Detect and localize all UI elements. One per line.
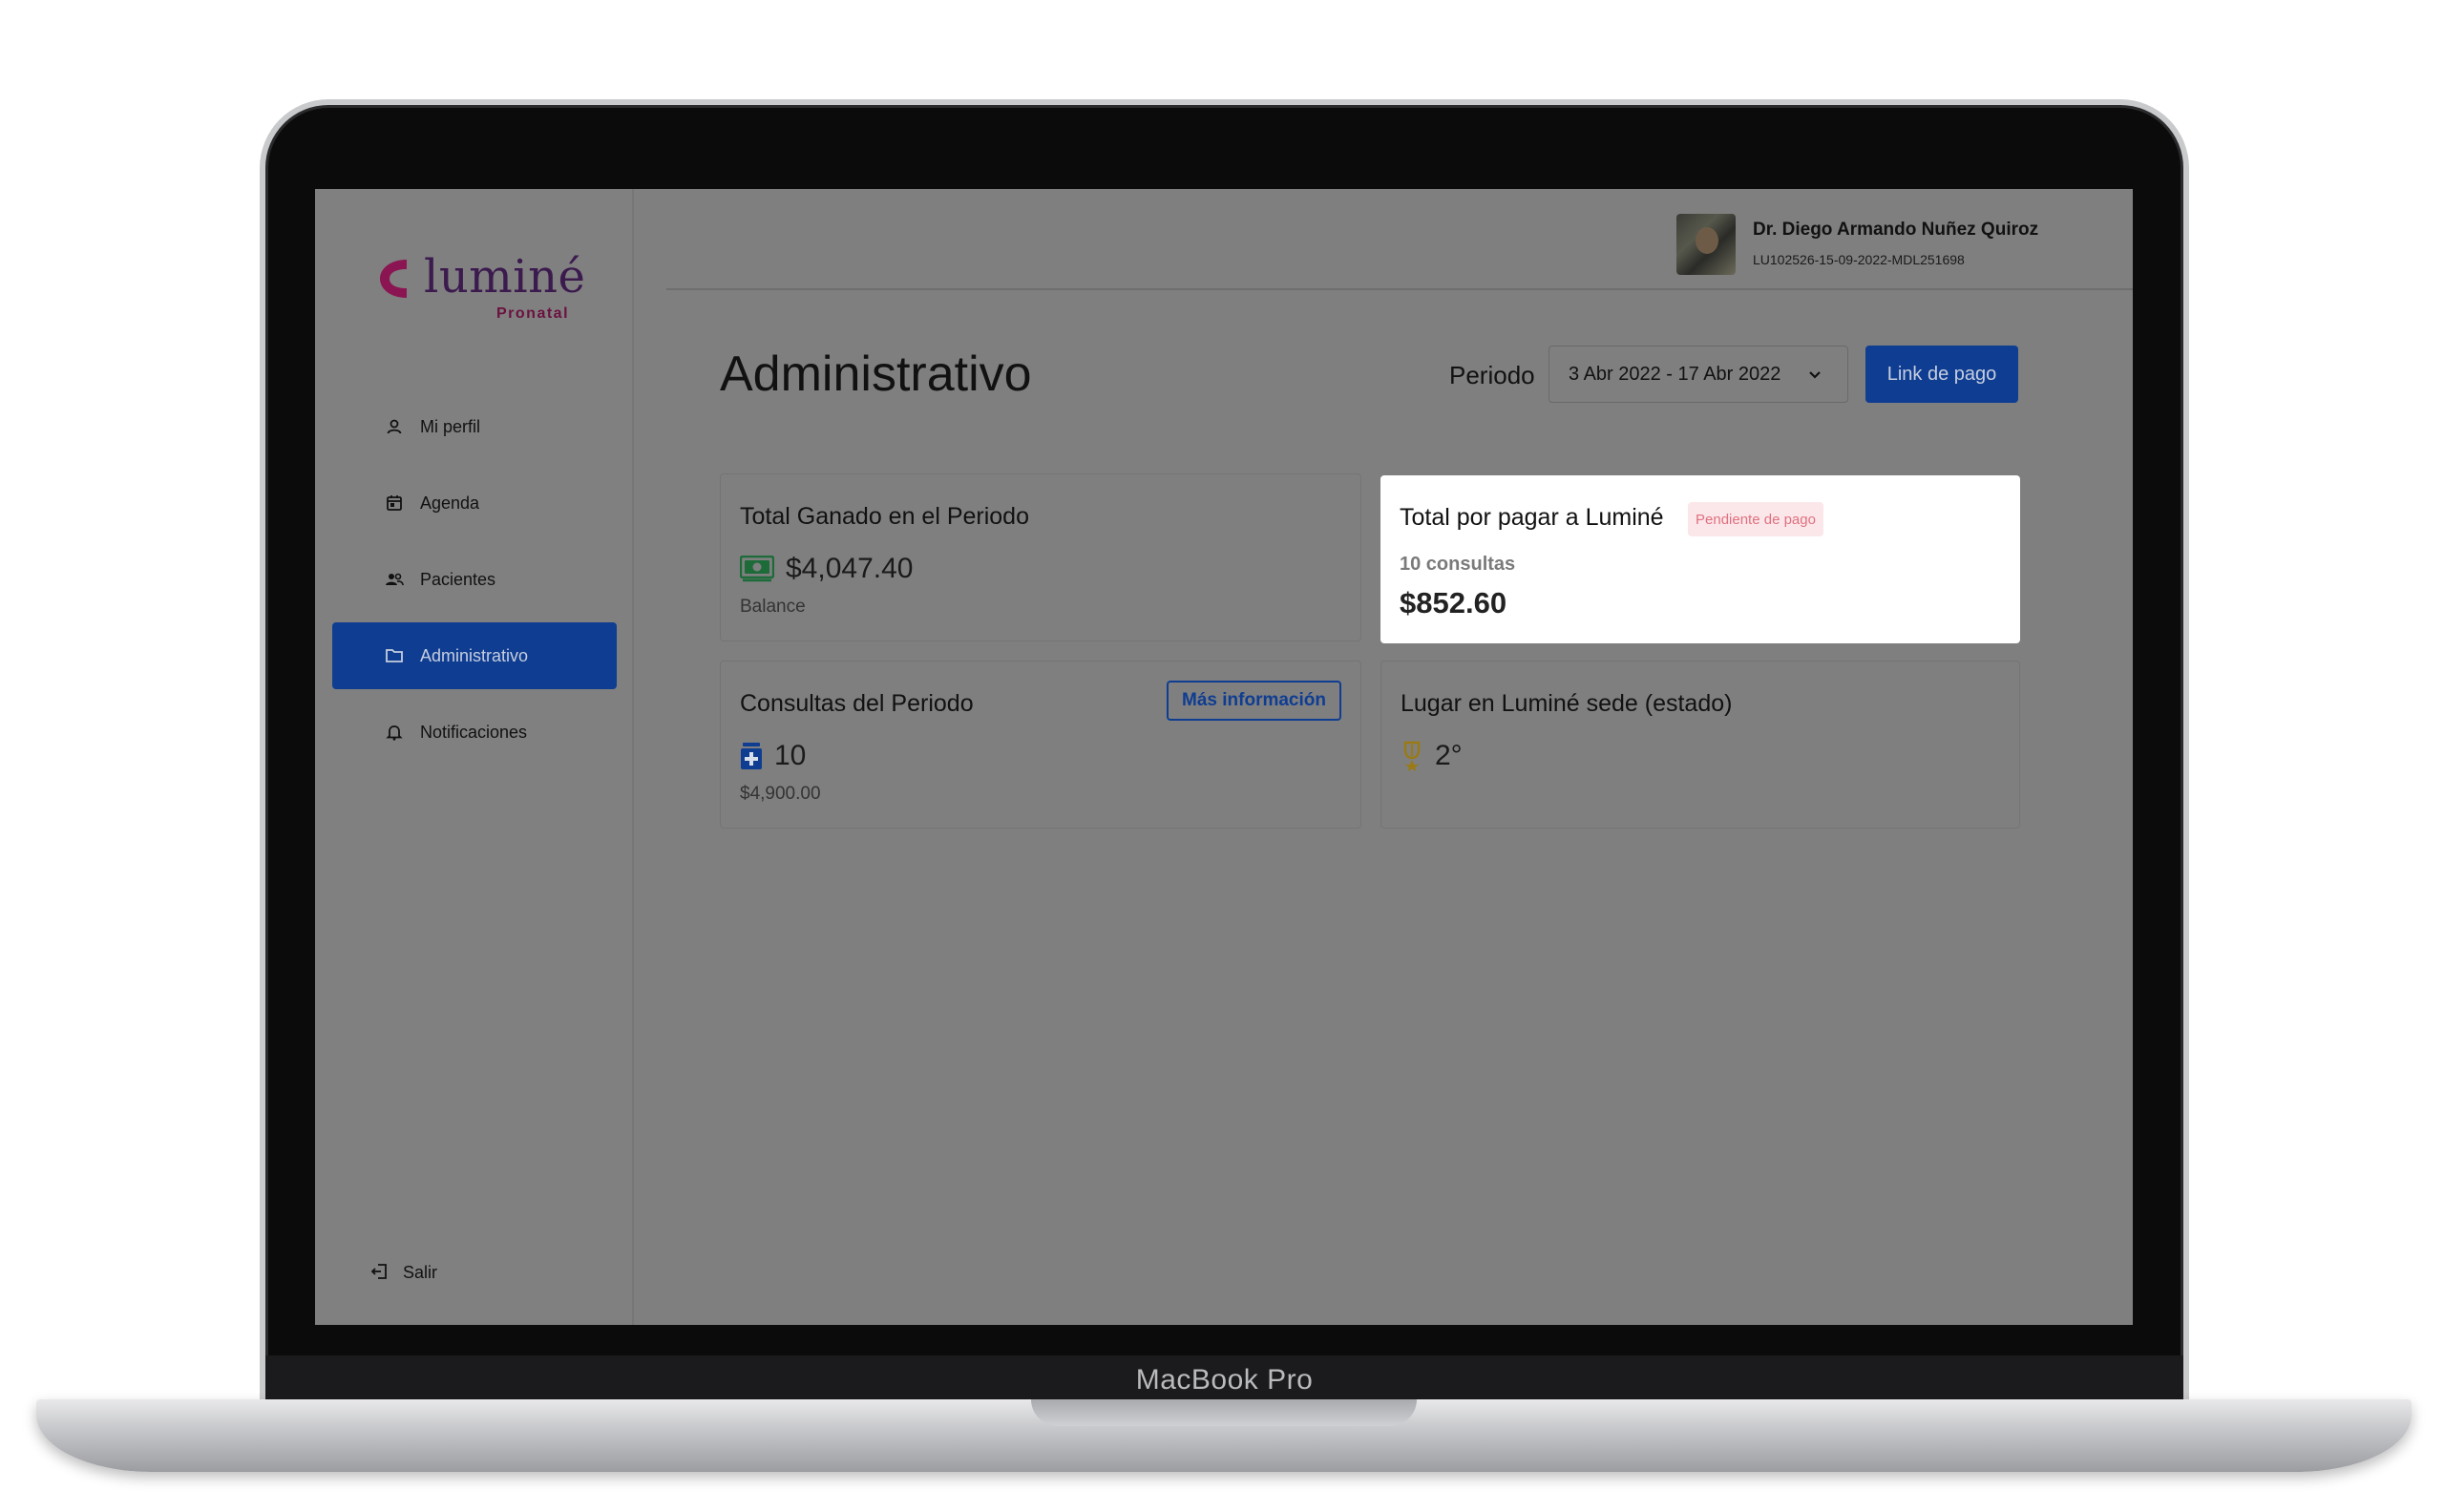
logout-button[interactable]: Salir xyxy=(370,1262,437,1283)
earned-title: Total Ganado en el Periodo xyxy=(740,503,1029,530)
sidebar-item-label: Administrativo xyxy=(420,645,529,665)
consultations-title: Consultas del Periodo xyxy=(740,690,974,717)
rank-value: 2° xyxy=(1435,740,1463,771)
page-title: Administrativo xyxy=(720,346,1032,402)
rank-card: Lugar en Luminé sede (estado) 2° xyxy=(1380,661,2020,829)
sidebar-item-administrativo[interactable]: Administrativo xyxy=(332,622,617,689)
logo-mark-icon xyxy=(380,260,407,298)
sidebar-item-label: Agenda xyxy=(420,493,480,513)
sidebar-item-notificaciones[interactable]: Notificaciones xyxy=(332,699,617,766)
sidebar-item-label: Pacientes xyxy=(420,569,496,589)
cash-icon xyxy=(740,556,774,582)
chevron-down-icon xyxy=(1809,371,1821,379)
medical-icon xyxy=(741,743,762,769)
sidebar-item-agenda[interactable]: Agenda xyxy=(332,470,617,536)
stage: MacBook Pro luminé Pronatal Mi perfil Ag… xyxy=(0,0,2444,1512)
rank-title: Lugar en Luminé sede (estado) xyxy=(1401,690,1733,717)
sidebar-item-pacientes[interactable]: Pacientes xyxy=(332,546,617,613)
laptop-notch xyxy=(1031,1399,1417,1426)
folder-icon xyxy=(384,645,405,666)
brand-logo[interactable]: luminé Pronatal xyxy=(378,250,585,325)
user-name: Dr. Diego Armando Nuñez Quiroz xyxy=(1753,220,2039,240)
earned-value: $4,047.40 xyxy=(786,553,914,584)
earned-card: Total Ganado en el Periodo $4,047.40 Bal… xyxy=(720,473,1361,641)
period-value: 3 Abr 2022 - 17 Abr 2022 xyxy=(1569,363,1781,385)
avatar[interactable] xyxy=(1676,214,1736,275)
logout-label: Salir xyxy=(403,1262,438,1282)
earned-row: $4,047.40 xyxy=(740,553,913,585)
device-label: MacBook Pro xyxy=(265,1355,2183,1405)
to-pay-count: 10 consultas xyxy=(1400,554,1516,575)
period-label: Periodo xyxy=(1449,361,1535,389)
sidebar-item-label: Notificaciones xyxy=(420,722,528,742)
sidebar-item-label: Mi perfil xyxy=(420,416,481,436)
sidebar-item-mi-perfil[interactable]: Mi perfil xyxy=(332,393,617,460)
user-icon xyxy=(384,416,405,437)
more-info-button[interactable]: Más información xyxy=(1167,681,1341,721)
users-icon xyxy=(384,569,405,590)
app-screen: luminé Pronatal Mi perfil Agenda Pacient… xyxy=(315,189,2133,1325)
logout-icon xyxy=(370,1262,391,1283)
consultations-card: Consultas del Periodo Más información 10… xyxy=(720,661,1361,829)
pay-link-button[interactable]: Link de pago xyxy=(1865,346,2018,403)
to-pay-card: Total por pagar a Luminé Pendiente de pa… xyxy=(1380,475,2020,643)
bell-icon xyxy=(384,722,405,743)
user-id: LU102526-15-09-2022-MDL251698 xyxy=(1753,252,1965,267)
rank-row: 2° xyxy=(1401,740,1463,772)
to-pay-title: Total por pagar a Luminé xyxy=(1400,504,1664,531)
to-pay-amount: $852.60 xyxy=(1400,586,1507,620)
consultations-sub: $4,900.00 xyxy=(740,784,821,804)
consultations-value: 10 xyxy=(774,740,807,771)
earned-sub: Balance xyxy=(740,597,806,617)
top-header: Dr. Diego Armando Nuñez Quiroz LU102526-… xyxy=(666,189,2133,290)
brand-subtitle: Pronatal xyxy=(496,305,570,322)
trophy-icon xyxy=(1403,741,1421,771)
brand-name: luminé xyxy=(424,250,586,304)
sidebar-nav: Mi perfil Agenda Pacientes Administrativ… xyxy=(332,393,617,775)
sidebar: luminé Pronatal Mi perfil Agenda Pacient… xyxy=(315,189,634,1325)
period-dropdown[interactable]: 3 Abr 2022 - 17 Abr 2022 xyxy=(1549,346,1848,403)
status-badge: Pendiente de pago xyxy=(1688,502,1823,536)
consultations-row: 10 xyxy=(740,740,806,772)
calendar-icon xyxy=(384,493,405,514)
